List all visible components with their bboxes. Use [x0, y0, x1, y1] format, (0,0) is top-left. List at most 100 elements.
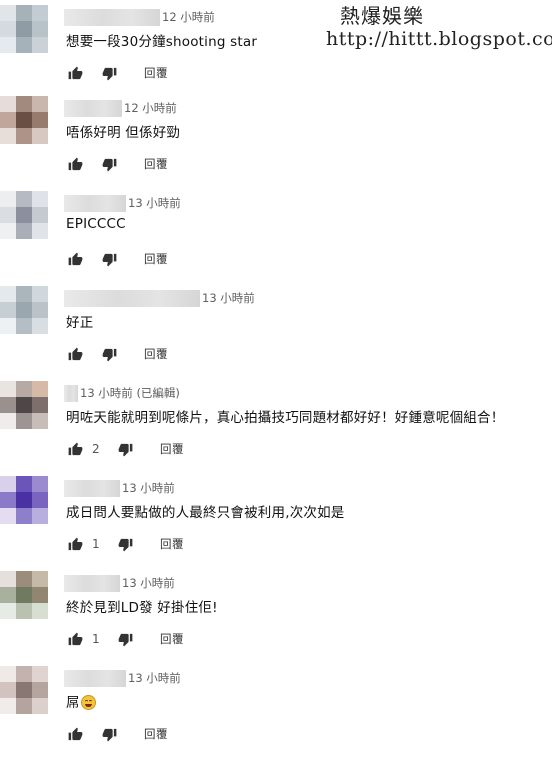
avatar-pixel: [16, 191, 32, 207]
avatar-pixel: [32, 5, 48, 21]
reply-button[interactable]: 回覆: [144, 156, 168, 172]
comment-text: 成日問人要點做的人最終只會被利用,次次如是: [66, 501, 345, 521]
avatar-pixel: [32, 96, 48, 112]
avatar-pixel: [32, 571, 48, 587]
comment-timestamp[interactable]: 13 小時前: [128, 670, 181, 686]
avatar-pixel: [0, 21, 16, 37]
like-icon[interactable]: [66, 250, 84, 268]
like-icon[interactable]: [66, 440, 84, 458]
watermark: 熱爆娛樂 http://hittt.blogspot.com: [326, 4, 552, 54]
comment-header: 13 小時前: [64, 479, 175, 497]
avatar-pixel: [0, 5, 16, 21]
comment-timestamp[interactable]: 12 小時前: [162, 9, 215, 25]
author-name-blurred[interactable]: [64, 289, 200, 307]
reply-button[interactable]: 回覆: [144, 65, 168, 81]
avatar[interactable]: [0, 571, 48, 619]
comment-actions: 2 回覆: [66, 439, 184, 459]
dislike-icon[interactable]: [100, 725, 118, 743]
author-name-blurred[interactable]: [64, 194, 126, 212]
avatar-pixel: [0, 96, 16, 112]
avatar[interactable]: [0, 191, 48, 239]
dislike-icon[interactable]: [116, 630, 134, 648]
author-name-blurred[interactable]: [64, 479, 120, 497]
reply-button[interactable]: 回覆: [160, 536, 184, 552]
avatar-pixel: [0, 397, 16, 413]
author-name-blurred[interactable]: [64, 8, 160, 26]
author-name-blurred[interactable]: [64, 99, 122, 117]
comment-header: 12 小時前: [64, 8, 215, 26]
avatar[interactable]: [0, 666, 48, 714]
like-icon[interactable]: [66, 345, 84, 363]
avatar[interactable]: [0, 476, 48, 524]
avatar-pixel: [16, 603, 32, 619]
comment-actions: 回覆: [66, 63, 168, 83]
avatar-pixel: [16, 397, 32, 413]
author-name-blurred[interactable]: [64, 574, 120, 592]
avatar-pixel: [32, 191, 48, 207]
dislike-icon[interactable]: [100, 64, 118, 82]
avatar-pixel: [0, 112, 16, 128]
like-icon[interactable]: [66, 630, 84, 648]
like-icon[interactable]: [66, 535, 84, 553]
reply-button[interactable]: 回覆: [144, 251, 168, 267]
comment-timestamp[interactable]: 13 小時前: [122, 480, 175, 496]
avatar-pixel: [16, 96, 32, 112]
comment-header: 13 小時前 (已編輯): [64, 384, 180, 402]
like-icon[interactable]: [66, 64, 84, 82]
avatar-pixel: [32, 37, 48, 53]
avatar-pixel: [0, 492, 16, 508]
avatar-pixel: [16, 37, 32, 53]
avatar-pixel: [16, 128, 32, 144]
comment-item: 13 小時前 EPICCCC 回覆: [0, 191, 552, 286]
comment-text-content: 屌: [66, 695, 80, 711]
avatar-pixel: [32, 476, 48, 492]
avatar[interactable]: [0, 381, 48, 429]
like-icon[interactable]: [66, 725, 84, 743]
avatar-pixel: [32, 318, 48, 334]
dislike-icon[interactable]: [116, 535, 134, 553]
comment-header: 13 小時前: [64, 289, 255, 307]
dislike-icon[interactable]: [100, 345, 118, 363]
avatar-pixel: [32, 698, 48, 714]
dislike-icon[interactable]: [100, 250, 118, 268]
reply-button[interactable]: 回覆: [144, 726, 168, 742]
comment-timestamp[interactable]: 13 小時前: [202, 290, 255, 306]
reply-button[interactable]: 回覆: [160, 441, 184, 457]
avatar-pixel: [32, 21, 48, 37]
avatar[interactable]: [0, 5, 48, 53]
like-icon[interactable]: [66, 155, 84, 173]
comment-actions: 回覆: [66, 344, 168, 364]
dislike-icon[interactable]: [116, 440, 134, 458]
comment-item: 13 小時前 (已編輯) 明咗天能就明到呢條片，真心拍攝技巧同題材都好好！好鍾意呢…: [0, 381, 552, 476]
avatar-pixel: [32, 603, 48, 619]
like-count: 2: [92, 442, 100, 456]
like-count: 1: [92, 632, 100, 646]
avatar-pixel: [32, 112, 48, 128]
comment-timestamp[interactable]: 13 小時前: [122, 575, 175, 591]
dislike-icon[interactable]: [100, 155, 118, 173]
comment-timestamp[interactable]: 13 小時前: [128, 195, 181, 211]
avatar-pixel: [0, 413, 16, 429]
comment-actions: 回覆: [66, 724, 168, 744]
avatar[interactable]: [0, 286, 48, 334]
comment-actions: 回覆: [66, 154, 168, 174]
comment-text: 想要一段30分鐘shooting star: [66, 30, 257, 50]
comment-timestamp[interactable]: 12 小時前: [124, 100, 177, 116]
avatar-pixel: [16, 223, 32, 239]
avatar-pixel: [32, 508, 48, 524]
avatar-pixel: [0, 476, 16, 492]
avatar[interactable]: [0, 96, 48, 144]
author-name-blurred[interactable]: [64, 384, 78, 402]
reply-button[interactable]: 回覆: [144, 346, 168, 362]
comment-text: 唔係好明 但係好勁: [66, 121, 180, 141]
comment-timestamp[interactable]: 13 小時前 (已編輯): [80, 385, 180, 401]
comment-text-content: 成日問人要點做的人最終只會被利用,次次如是: [66, 505, 345, 521]
avatar-pixel: [16, 381, 32, 397]
avatar-pixel: [0, 666, 16, 682]
avatar-pixel: [0, 191, 16, 207]
comment-text-content: 想要一段30分鐘shooting star: [66, 34, 258, 50]
comment-item: 13 小時前 成日問人要點做的人最終只會被利用,次次如是 1 回覆: [0, 476, 552, 571]
reply-button[interactable]: 回覆: [160, 631, 184, 647]
author-name-blurred[interactable]: [64, 669, 126, 687]
avatar-pixel: [0, 587, 16, 603]
